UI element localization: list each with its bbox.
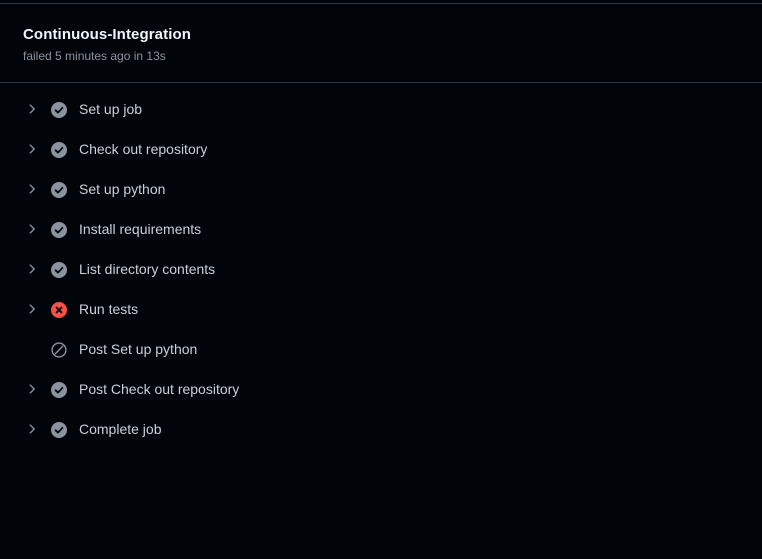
chevron-right-icon[interactable] bbox=[25, 142, 39, 156]
chevron-right-icon[interactable] bbox=[25, 382, 39, 396]
job-title: Continuous-Integration bbox=[23, 26, 192, 43]
check-circle-fill-icon bbox=[51, 102, 67, 118]
step-label: List directory contents bbox=[79, 261, 216, 277]
chevron-right-icon[interactable] bbox=[25, 182, 39, 196]
check-circle-fill-icon bbox=[51, 142, 67, 158]
step-row[interactable]: List directory contents bbox=[0, 250, 762, 290]
check-circle-fill-icon bbox=[51, 382, 67, 398]
chevron-right-icon[interactable] bbox=[25, 262, 39, 276]
chevron-right-icon[interactable] bbox=[25, 102, 39, 116]
step-label: Run tests bbox=[79, 301, 139, 317]
step-label: Complete job bbox=[79, 421, 162, 437]
step-row[interactable]: Check out repository bbox=[0, 130, 762, 170]
step-label: Set up job bbox=[79, 101, 143, 117]
job-header: Continuous-Integration failed 5 minutes … bbox=[0, 4, 762, 83]
step-row: Post Set up python bbox=[0, 330, 762, 370]
step-label: Set up python bbox=[79, 181, 166, 197]
step-row[interactable]: Complete job bbox=[0, 410, 762, 450]
step-label: Check out repository bbox=[79, 141, 208, 157]
step-row[interactable]: Set up job bbox=[0, 90, 762, 130]
chevron-right-icon[interactable] bbox=[25, 222, 39, 236]
chevron-right-icon[interactable] bbox=[25, 422, 39, 436]
steps-list: Set up job Check out repository Set up pyt… bbox=[0, 90, 762, 450]
job-status-summary: failed 5 minutes ago in 13s bbox=[23, 49, 166, 63]
x-circle-fill-icon bbox=[51, 302, 67, 318]
step-label: Post Check out repository bbox=[79, 381, 240, 397]
step-row[interactable]: Set up python bbox=[0, 170, 762, 210]
chevron-right-icon[interactable] bbox=[25, 302, 39, 316]
check-circle-fill-icon bbox=[51, 422, 67, 438]
check-circle-fill-icon bbox=[51, 262, 67, 278]
check-circle-fill-icon bbox=[51, 182, 67, 198]
step-row[interactable]: Post Check out repository bbox=[0, 370, 762, 410]
step-row[interactable]: Run tests bbox=[0, 290, 762, 330]
check-circle-fill-icon bbox=[51, 222, 67, 238]
step-label: Post Set up python bbox=[79, 341, 198, 357]
skip-icon bbox=[51, 342, 67, 358]
step-label: Install requirements bbox=[79, 221, 202, 237]
step-row[interactable]: Install requirements bbox=[0, 210, 762, 250]
